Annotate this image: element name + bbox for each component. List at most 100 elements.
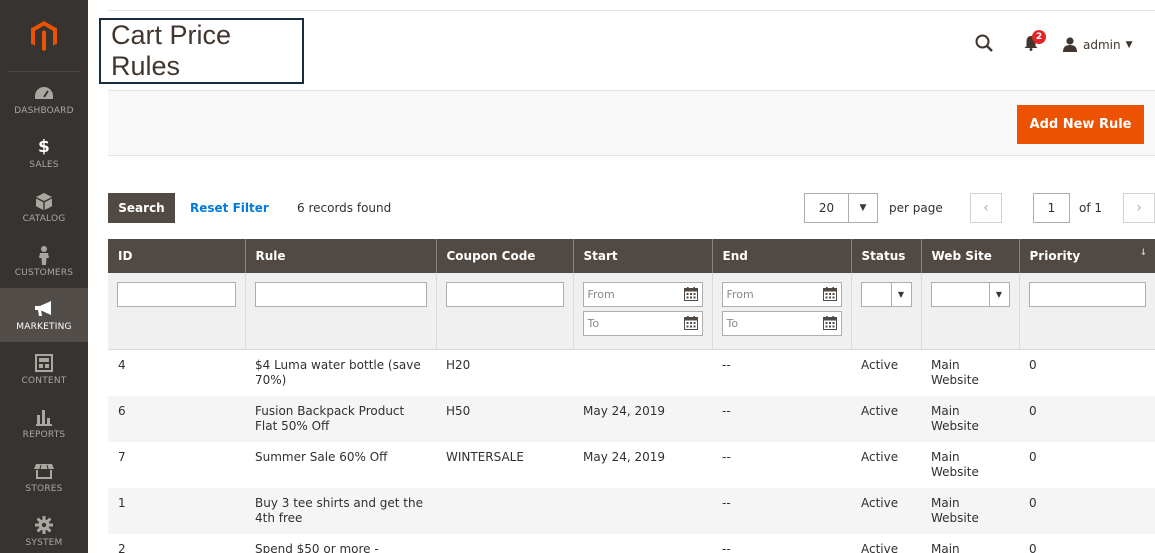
filter-priority-input[interactable] bbox=[1028, 282, 1146, 307]
dashboard-icon bbox=[34, 82, 54, 104]
table-row[interactable]: 2Spend $50 or more - shipping is free! --… bbox=[108, 534, 1155, 553]
notifications-count-badge: 2 bbox=[1032, 30, 1046, 44]
calendar-icon[interactable] bbox=[822, 287, 837, 304]
add-new-rule-button[interactable]: Add New Rule bbox=[1017, 105, 1144, 144]
column-header-end[interactable]: End bbox=[711, 239, 851, 273]
filter-rule-input[interactable] bbox=[254, 282, 427, 307]
chevron-down-icon: ▼ bbox=[859, 203, 867, 213]
filter-start-from-input[interactable]: From bbox=[582, 282, 703, 307]
column-header-id[interactable]: ID bbox=[108, 239, 245, 273]
current-page-input[interactable]: 1 bbox=[1033, 193, 1070, 223]
column-header-rule[interactable]: Rule bbox=[244, 239, 436, 273]
sidebar-item-content[interactable]: CONTENT bbox=[0, 342, 88, 396]
cell-end: -- bbox=[712, 442, 851, 488]
sidebar-item-marketing[interactable]: MARKETING bbox=[0, 288, 88, 342]
cell-end: -- bbox=[712, 534, 851, 553]
filter-website-select[interactable]: ▼ bbox=[930, 282, 1010, 307]
megaphone-icon bbox=[34, 298, 54, 320]
sidebar-item-customers[interactable]: CUSTOMERS bbox=[0, 234, 88, 288]
admin-user-menu[interactable]: admin ▼ bbox=[1063, 37, 1133, 52]
cell-priority: 0 bbox=[1019, 349, 1155, 396]
to-placeholder: To bbox=[726, 317, 739, 330]
sidebar-item-label: STORES bbox=[25, 484, 63, 494]
next-page-button[interactable]: › bbox=[1123, 193, 1155, 223]
chevron-left-icon: ‹ bbox=[983, 200, 989, 216]
per-page-dropdown-toggle[interactable]: ▼ bbox=[848, 193, 878, 223]
cell-start bbox=[573, 349, 712, 396]
notifications-bell[interactable]: 2 bbox=[1023, 30, 1046, 54]
column-header-web-site[interactable]: Web Site bbox=[920, 239, 1019, 273]
filter-coupon-input[interactable] bbox=[445, 282, 564, 307]
cell-website: Main Website bbox=[921, 488, 1019, 534]
previous-page-button[interactable]: ‹ bbox=[970, 193, 1002, 223]
chevron-down-icon: ▼ bbox=[890, 283, 911, 306]
header-actions: 2 admin ▼ bbox=[975, 30, 1133, 55]
filter-id-input[interactable] bbox=[117, 282, 236, 307]
sidebar-item-stores[interactable]: STORES bbox=[0, 450, 88, 504]
magento-logo[interactable] bbox=[7, 0, 81, 72]
sidebar-item-sales[interactable]: $ SALES bbox=[0, 126, 88, 180]
column-header-label: Web Site bbox=[931, 249, 992, 263]
filter-status-select[interactable]: ▼ bbox=[860, 282, 912, 307]
cell-start: May 24, 2019 bbox=[573, 396, 712, 442]
column-header-coupon-code[interactable]: Coupon Code bbox=[435, 239, 573, 273]
calendar-icon[interactable] bbox=[683, 316, 698, 333]
cell-website: Main Website bbox=[921, 534, 1019, 553]
cell-start: May 24, 2019 bbox=[573, 442, 712, 488]
cell-priority: 0 bbox=[1019, 534, 1155, 553]
sidebar-item-dashboard[interactable]: DASHBOARD bbox=[0, 72, 88, 126]
admin-sidebar: DASHBOARD $ SALES CATALOG CUSTOMERS MARKETING… bbox=[0, 0, 88, 553]
filter-cell-website: ▼ bbox=[920, 273, 1019, 350]
sidebar-item-reports[interactable]: REPORTS bbox=[0, 396, 88, 450]
search-button[interactable]: Search bbox=[108, 193, 175, 223]
sidebar-item-label: REPORTS bbox=[22, 430, 66, 440]
user-icon bbox=[1063, 37, 1077, 52]
grid-header-row: ID Rule Coupon Code Start End Status Web Site P… bbox=[108, 239, 1155, 273]
per-page-value[interactable]: 20 bbox=[804, 193, 849, 223]
table-row[interactable]: 1 Buy 3 tee shirts and get the 4th free --… bbox=[108, 488, 1155, 534]
bar-chart-icon bbox=[35, 406, 53, 428]
gear-icon bbox=[35, 514, 53, 536]
cell-id: 6 bbox=[108, 396, 245, 442]
filter-end-from-input[interactable]: From bbox=[721, 282, 842, 307]
cell-id: 2 bbox=[108, 534, 245, 553]
column-header-start[interactable]: Start bbox=[572, 239, 712, 273]
filter-start-to-input[interactable]: To bbox=[582, 311, 703, 336]
magento-logo-icon bbox=[31, 20, 57, 51]
records-found-count: 6 records found bbox=[297, 201, 392, 215]
header-divider bbox=[108, 10, 1155, 11]
filter-cell-priority bbox=[1018, 273, 1155, 350]
sidebar-item-system[interactable]: SYSTEM bbox=[0, 504, 88, 553]
table-row[interactable]: 6 Fusion Backpack Product Flat 50% Off H50… bbox=[108, 396, 1155, 442]
calendar-icon[interactable] bbox=[822, 316, 837, 333]
table-row[interactable]: 4 $4 Luma water bottle (save 70%) H20 -- Act… bbox=[108, 349, 1155, 396]
sidebar-item-label: CATALOG bbox=[22, 214, 66, 224]
admin-username: admin bbox=[1083, 37, 1121, 52]
store-icon bbox=[33, 460, 55, 482]
calendar-icon[interactable] bbox=[683, 287, 698, 304]
column-header-priority[interactable]: Priority ↓ bbox=[1018, 239, 1155, 273]
sidebar-item-label: SALES bbox=[29, 160, 59, 170]
cell-website: Main Website bbox=[921, 396, 1019, 442]
cart-price-rules-grid: ID Rule Coupon Code Start End Status Web Site P… bbox=[108, 239, 1155, 553]
sidebar-item-label: DASHBOARD bbox=[14, 106, 74, 116]
filter-cell-end: From To bbox=[711, 273, 851, 350]
column-header-label: Priority bbox=[1029, 249, 1081, 263]
reset-filter-link[interactable]: Reset Filter bbox=[190, 201, 269, 215]
search-icon[interactable] bbox=[975, 34, 993, 55]
cell-coupon: H20 bbox=[436, 349, 573, 396]
column-header-status[interactable]: Status bbox=[850, 239, 921, 273]
cell-rule: $4 Luma water bottle (save 70%) bbox=[245, 349, 436, 396]
cell-status: Active bbox=[851, 534, 921, 553]
page-title: Cart Price Rules bbox=[111, 20, 232, 81]
cell-end: -- bbox=[712, 396, 851, 442]
column-header-label: Status bbox=[861, 249, 906, 263]
table-row[interactable]: 7 Summer Sale 60% Off WINTERSALE May 24, 20… bbox=[108, 442, 1155, 488]
filter-cell-rule bbox=[244, 273, 436, 350]
page-actions-bar: Add New Rule bbox=[108, 90, 1155, 156]
sidebar-item-catalog[interactable]: CATALOG bbox=[0, 180, 88, 234]
dollar-icon: $ bbox=[37, 137, 51, 157]
filter-end-to-input[interactable]: To bbox=[721, 311, 842, 336]
cell-coupon bbox=[436, 488, 573, 534]
column-header-label: Rule bbox=[255, 249, 286, 263]
